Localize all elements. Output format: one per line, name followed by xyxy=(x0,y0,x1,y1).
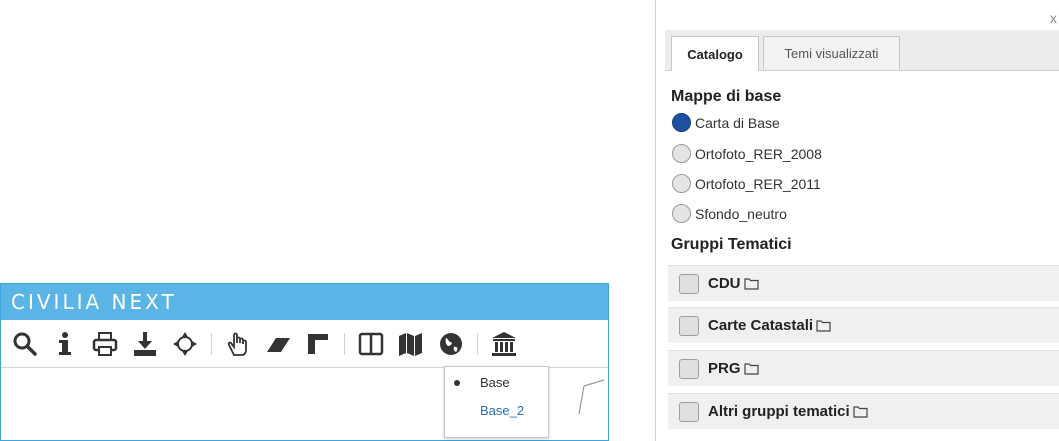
base-map-label: Carta di Base xyxy=(695,114,780,131)
base-map-icon[interactable] xyxy=(393,326,429,362)
globe-icon[interactable] xyxy=(433,326,469,362)
group-checkbox[interactable] xyxy=(679,315,699,336)
radio-selected-icon[interactable] xyxy=(672,113,691,132)
radio-icon[interactable] xyxy=(672,174,691,193)
menu-item-base[interactable]: Base xyxy=(480,375,510,390)
base-map-option[interactable]: Ortofoto_RER_2011 xyxy=(672,174,821,193)
locate-icon[interactable] xyxy=(167,326,203,362)
base-map-option[interactable]: Carta di Base xyxy=(672,113,780,132)
folder-icon xyxy=(743,278,759,290)
base-map-label: Sfondo_neutro xyxy=(695,205,787,222)
tab-temi-visualizzati[interactable]: Temi visualizzati xyxy=(763,36,900,69)
group-checkbox[interactable] xyxy=(679,401,699,422)
group-checkbox[interactable] xyxy=(679,358,699,379)
group-row-carte-catastali[interactable]: Carte Catastali xyxy=(668,307,1059,343)
eraser-icon[interactable] xyxy=(260,326,296,362)
toolbar xyxy=(1,320,608,368)
group-checkbox[interactable] xyxy=(679,273,699,294)
base-map-label: Ortofoto_RER_2008 xyxy=(695,145,822,162)
base-map-option[interactable]: Sfondo_neutro xyxy=(672,204,787,223)
group-row-prg[interactable]: PRG xyxy=(668,350,1059,386)
print-icon[interactable] xyxy=(87,326,123,362)
group-label: Carte Catastali xyxy=(708,317,814,334)
radio-icon[interactable] xyxy=(672,204,691,223)
pan-hand-icon[interactable] xyxy=(220,326,256,362)
folder-icon xyxy=(743,363,759,375)
base-maps-title: Mappe di base xyxy=(671,88,782,105)
radio-icon[interactable] xyxy=(672,144,691,163)
tab-bar: Catalogo Temi visualizzati xyxy=(665,30,1059,71)
group-label: Altri gruppi tematici xyxy=(708,403,850,420)
group-label: PRG xyxy=(708,360,741,377)
split-view-icon[interactable] xyxy=(353,326,389,362)
menu-item-base-2[interactable]: Base_2 xyxy=(480,403,524,418)
search-icon[interactable] xyxy=(7,326,43,362)
toolbar-divider xyxy=(477,332,478,355)
app-header: CIVILIA NEXT xyxy=(1,284,608,320)
base-map-option[interactable]: Ortofoto_RER_2008 xyxy=(672,144,822,163)
info-icon[interactable] xyxy=(47,326,83,362)
tab-catalogo[interactable]: Catalogo xyxy=(671,36,759,71)
download-icon[interactable] xyxy=(127,326,163,362)
base-map-menu: Base Base_2 xyxy=(444,366,549,438)
group-label: CDU xyxy=(708,275,741,292)
base-map-label: Ortofoto_RER_2011 xyxy=(695,175,821,192)
group-row-altri-gruppi[interactable]: Altri gruppi tematici xyxy=(668,393,1059,429)
folder-icon xyxy=(816,320,831,332)
app-title: CIVILIA NEXT xyxy=(11,290,177,314)
selected-bullet-icon xyxy=(454,380,460,386)
measure-icon[interactable] xyxy=(300,326,336,362)
folder-icon xyxy=(853,406,868,418)
groups-title: Gruppi Tematici xyxy=(671,236,792,253)
group-row-cdu[interactable]: CDU xyxy=(668,265,1059,301)
toolbar-divider xyxy=(344,332,345,355)
building-icon[interactable] xyxy=(486,326,522,362)
map-line-icon xyxy=(578,379,605,415)
toolbar-divider xyxy=(211,332,212,355)
close-button[interactable]: x xyxy=(1050,10,1057,26)
catalog-panel: x Catalogo Temi visualizzati Mappe di ba… xyxy=(655,0,1059,441)
